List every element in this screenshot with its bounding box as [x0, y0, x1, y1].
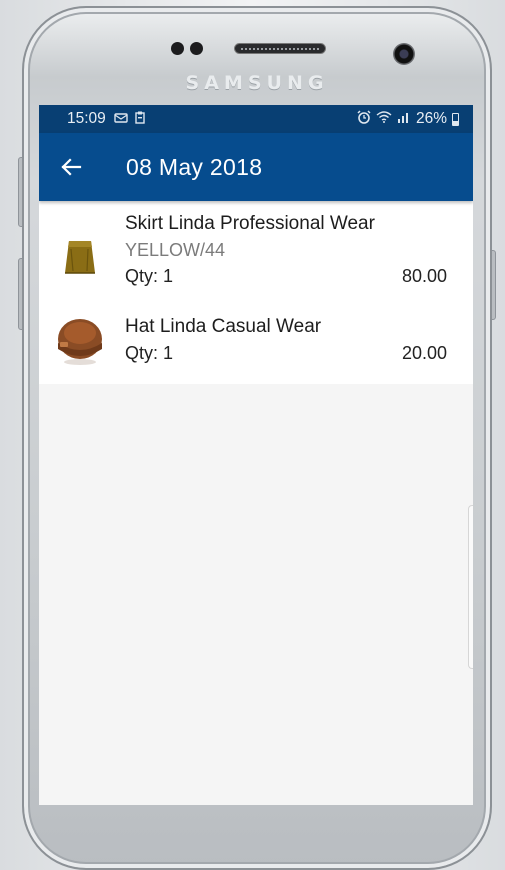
back-button[interactable] [39, 133, 103, 201]
alarm-icon [357, 109, 371, 129]
list-item[interactable]: Hat Linda Casual Wear Qty: 1 20.00 [39, 300, 473, 384]
sensor-dots [171, 42, 203, 55]
brand-logo: SAMSUNG [185, 72, 329, 94]
hat-thumbnail [55, 317, 105, 367]
arrow-left-icon [61, 158, 82, 176]
front-camera [393, 43, 415, 65]
app-screen: 15:09 26% 08 May 2018 Skirt Linda Profes… [39, 105, 473, 805]
item-qty-row: Qty: 1 20.00 [125, 340, 447, 366]
item-name: Hat Linda Casual Wear [125, 316, 322, 337]
scroll-indicator [468, 505, 473, 669]
status-right-group: 26% [357, 109, 459, 129]
item-info: Hat Linda Casual Wear Qty: 1 20.00 [125, 314, 447, 366]
earpiece-speaker [234, 43, 326, 54]
item-price: 20.00 [401, 343, 447, 363]
skirt-thumbnail [55, 231, 105, 281]
battery-icon [452, 112, 459, 126]
clipboard-notification-icon [135, 111, 145, 127]
item-qty: Qty: 1 [125, 343, 174, 363]
item-qty: Qty: 1 [125, 266, 174, 286]
battery-percent: 26% [415, 110, 447, 127]
signal-icon [397, 110, 411, 128]
wifi-icon [376, 110, 392, 128]
list-item[interactable]: Skirt Linda Professional Wear YELLOW/44 … [39, 201, 473, 300]
page-title: 08 May 2018 [126, 153, 263, 180]
item-variant: YELLOW/44 [125, 240, 226, 260]
status-bar: 15:09 26% [39, 105, 473, 133]
message-notification-icon [114, 112, 128, 127]
item-name: Skirt Linda Professional Wear [125, 213, 375, 234]
status-time: 15:09 [67, 110, 106, 127]
item-qty-row: Qty: 1 80.00 [125, 263, 447, 289]
item-info: Skirt Linda Professional Wear YELLOW/44 … [125, 211, 447, 289]
order-item-list: Skirt Linda Professional Wear YELLOW/44 … [39, 201, 473, 384]
app-bar: 08 May 2018 [39, 133, 473, 201]
item-price: 80.00 [401, 266, 447, 286]
